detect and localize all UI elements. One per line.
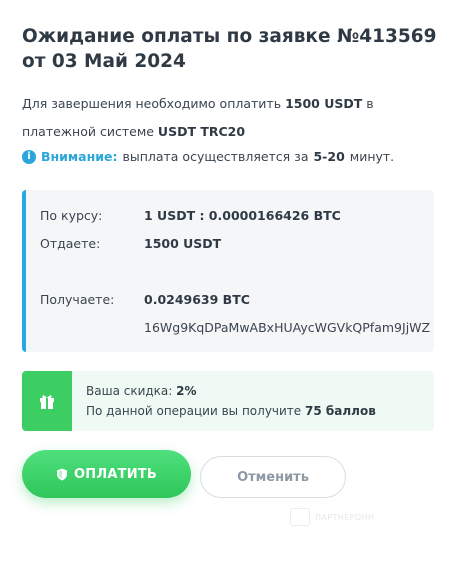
discount-panel: Ваша скидка: 2% По данной операции вы по… <box>22 371 434 431</box>
gift-icon-box <box>22 371 72 431</box>
pay-button[interactable]: ОПЛАТИТЬ <box>22 450 191 498</box>
payout-notice: i Внимание: выплата осуществляется за 5-… <box>22 148 442 166</box>
description-prefix: Для завершения необходимо оплатить <box>22 96 282 111</box>
discount-label: Ваша скидка: <box>86 384 173 398</box>
pay-button-label: ОПЛАТИТЬ <box>74 466 157 482</box>
cancel-button[interactable]: Отменить <box>200 456 346 498</box>
info-icon: i <box>22 150 36 164</box>
wallet-address[interactable]: 16Wg9KqDPaMwABxHUAycWGVkQPfam9JjWZ <box>144 320 430 335</box>
cancel-button-label: Отменить <box>237 469 309 485</box>
partner-watermark: ПАРТНЕРОНН <box>290 508 374 526</box>
points-value: 75 баллов <box>305 404 376 418</box>
watermark-logo <box>290 508 310 526</box>
rate-label: По курсу: <box>40 208 103 223</box>
points-text: По данной операции вы получите <box>86 404 302 418</box>
page-title: Ожидание оплаты по заявке №413569 от 03 … <box>22 26 437 72</box>
payment-system: USDT TRC20 <box>157 124 246 139</box>
discount-value: 2% <box>176 384 197 398</box>
receive-value: 0.0249639 BTC <box>144 292 250 307</box>
shield-icon <box>57 468 68 480</box>
give-label: Отдаете: <box>40 236 101 251</box>
receive-label: Получаете: <box>40 292 115 307</box>
rate-value: 1 USDT : 0.0000166426 BTC <box>144 208 341 223</box>
discount-text: Ваша скидка: 2% По данной операции вы по… <box>86 381 376 421</box>
notice-text: выплата осуществляется за <box>122 149 309 164</box>
points-line: По данной операции вы получите 75 баллов <box>86 401 376 421</box>
payment-description: Для завершения необходимо оплатить 1500 … <box>22 90 442 146</box>
gift-icon <box>40 395 54 409</box>
notice-suffix: минут. <box>349 149 395 164</box>
exchange-details-panel: По курсу: 1 USDT : 0.0000166426 BTC Отда… <box>22 190 434 352</box>
payment-amount: 1500 USDT <box>285 96 363 111</box>
notice-time: 5-20 <box>313 149 345 164</box>
notice-label: Внимание: <box>41 149 118 164</box>
discount-line: Ваша скидка: 2% <box>86 381 376 401</box>
give-value: 1500 USDT <box>144 236 222 251</box>
watermark-text: ПАРТНЕРОНН <box>315 512 375 522</box>
